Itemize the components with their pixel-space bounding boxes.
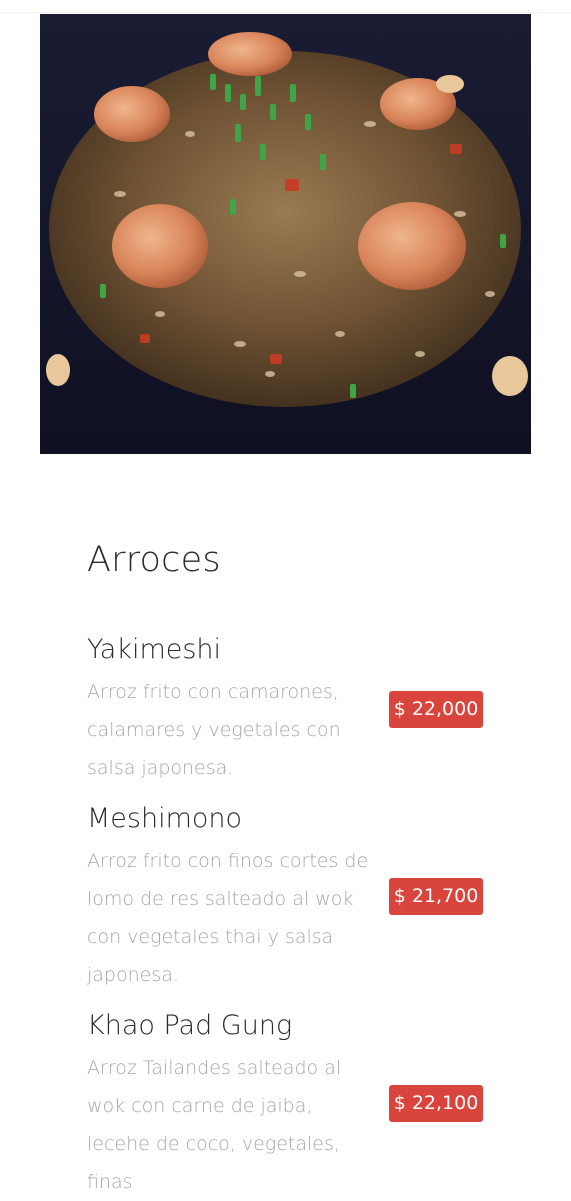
item-description: Arroz frito con camarones, calamares y v…	[87, 681, 341, 779]
item-name: Khao Pad Gung	[87, 1010, 293, 1041]
dish-photo	[40, 14, 531, 454]
price-badge: $ 22,000	[389, 691, 483, 728]
price-badge: $ 22,100	[389, 1085, 483, 1122]
item-name: Yakimeshi	[87, 634, 222, 665]
menu-item-khao-pad-gung[interactable]: Khao Pad Gung Arroz Tailandes salteado a…	[87, 1009, 497, 1193]
menu-item-meshimono[interactable]: Meshimono Arroz frito con finos cortes d…	[87, 802, 497, 986]
shrimp-fried-rice-photo	[40, 14, 531, 454]
menu-item-yakimeshi[interactable]: Yakimeshi Arroz frito con camarones, cal…	[87, 633, 497, 779]
item-name: Meshimono	[87, 803, 243, 834]
item-description: Arroz Tailandes salteado al wok con carn…	[87, 1057, 342, 1193]
top-divider	[0, 12, 571, 13]
section-title: Arroces	[87, 540, 221, 580]
price-badge: $ 21,700	[389, 878, 483, 915]
item-description: Arroz frito con finos cortes de lomo de …	[87, 850, 369, 986]
